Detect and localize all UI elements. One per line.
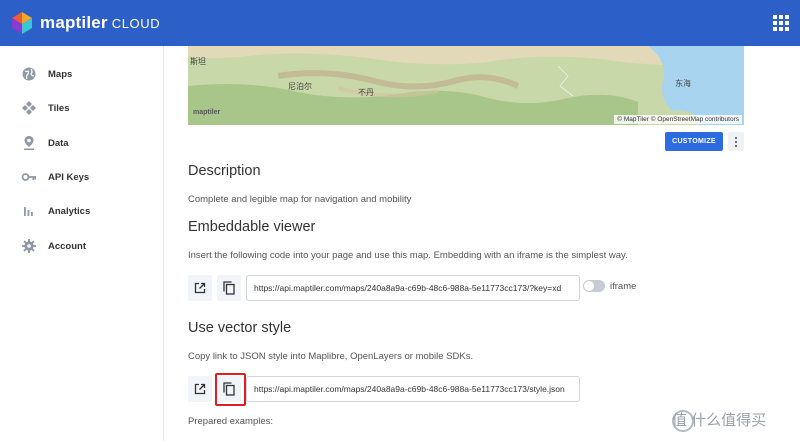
bar-chart-icon [24, 207, 33, 216]
copy-icon [223, 281, 235, 295]
globe-icon [22, 67, 36, 81]
open-external-icon [194, 282, 206, 294]
sidebar-item-tiles[interactable]: Tiles [0, 93, 164, 123]
sidebar-item-label: Data [48, 137, 69, 149]
copy-icon [223, 382, 235, 396]
iframe-toggle[interactable] [583, 280, 605, 292]
map-logo: maptiler [193, 109, 221, 116]
apps-grid-icon[interactable] [773, 15, 789, 31]
brand-sub: CLOUD [111, 16, 161, 31]
map-label: 斯坦 [190, 57, 206, 66]
map-label: 尼泊尔 [288, 82, 312, 91]
gear-icon [22, 239, 36, 253]
description-text: Complete and legible map for navigation … [188, 194, 412, 205]
sidebar-item-label: Maps [48, 68, 73, 80]
map-label: 东海 [675, 79, 691, 88]
description-title: Description [188, 163, 261, 179]
vector-style-title: Use vector style [188, 320, 292, 336]
map-terrain [188, 46, 744, 125]
open-external-icon [194, 383, 206, 395]
sidebar-item-label: Analytics [48, 205, 91, 217]
embed-url-field[interactable]: https://api.maptiler.com/maps/240a8a9a-c… [246, 275, 580, 301]
open-external-button[interactable] [188, 376, 212, 402]
embeddable-text: Insert the following code into your page… [188, 250, 628, 261]
map-pin-icon [24, 136, 34, 150]
brand-main: maptiler [40, 13, 108, 32]
style-url-field[interactable]: https://api.maptiler.com/maps/240a8a9a-c… [246, 376, 580, 402]
sidebar-item-account[interactable]: Account [0, 231, 164, 261]
key-icon [21, 173, 36, 181]
map-label: 不丹 [358, 88, 374, 97]
sidebar-item-maps[interactable]: Maps [0, 59, 164, 89]
iframe-toggle-label[interactable]: iframe [610, 281, 636, 292]
top-bar: maptiler CLOUD [0, 0, 800, 46]
copy-button[interactable] [217, 275, 241, 301]
map-attribution[interactable]: © MapTiler © OpenStreetMap contributors [614, 115, 742, 124]
sidebar-item-label: Account [48, 240, 86, 252]
sidebar-item-label: API Keys [48, 171, 90, 183]
map-preview[interactable]: 斯坦 尼泊尔 不丹 东海 maptiler © MapTiler © OpenS… [188, 46, 744, 125]
customize-button[interactable]: CUSTOMIZE [665, 132, 723, 151]
brand-name[interactable]: maptiler CLOUD [40, 13, 160, 33]
sidebar: Maps Tiles Data API Keys Analytics Accou… [0, 46, 164, 441]
sidebar-item-label: Tiles [48, 102, 70, 114]
vector-style-text: Copy link to JSON style into Maplibre, O… [188, 351, 474, 362]
toggle-knob [584, 281, 594, 291]
sidebar-item-api-keys[interactable]: API Keys [0, 162, 164, 192]
embeddable-title: Embeddable viewer [188, 219, 316, 235]
open-external-button[interactable] [188, 275, 212, 301]
main-content: 斯坦 尼泊尔 不丹 东海 maptiler © MapTiler © OpenS… [165, 46, 800, 441]
prepared-examples-label: Prepared examples: [188, 416, 274, 427]
watermark-text: 值 什么值得买 [672, 412, 767, 429]
sidebar-item-data[interactable]: Data [0, 128, 164, 158]
tiles-icon [22, 101, 36, 115]
sidebar-item-analytics[interactable]: Analytics [0, 196, 164, 226]
maptiler-logo-icon[interactable] [11, 11, 33, 35]
more-options-icon[interactable] [728, 132, 744, 151]
copy-style-button[interactable] [217, 376, 241, 402]
